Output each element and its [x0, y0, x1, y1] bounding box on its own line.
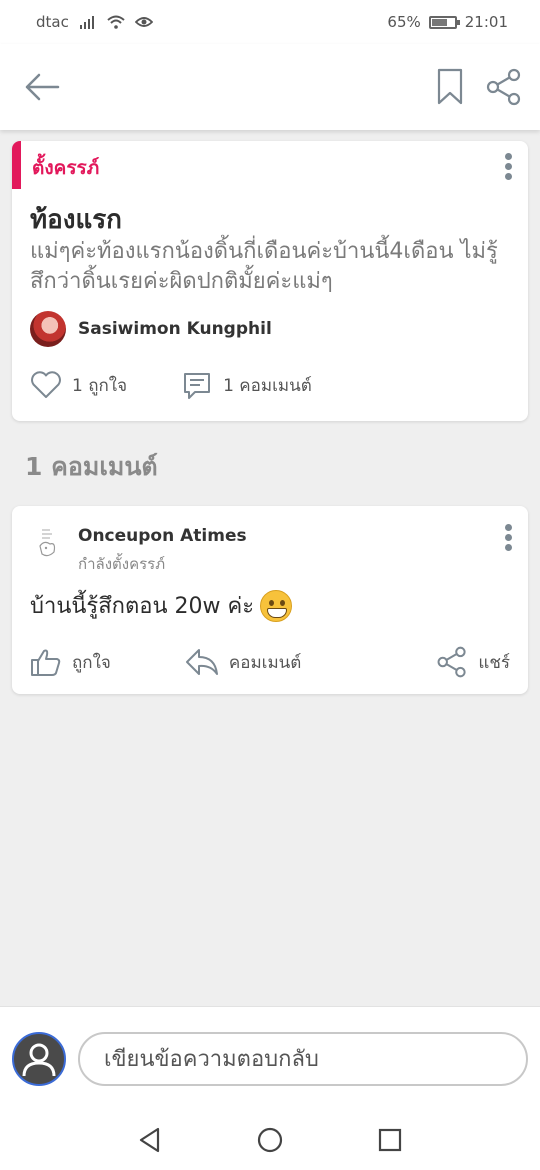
comment-card: Onceupon Atimes กำลังตั้งครรภ์ บ้านนี้รู…: [12, 506, 528, 694]
post-body: แม่ๆค่ะท้องแรกน้องดิ้นกี่เดือนค่ะบ้านนี้…: [30, 239, 498, 294]
share-label[interactable]: แชร์: [478, 649, 510, 676]
share-icon[interactable]: [485, 68, 523, 106]
comment-text: บ้านนี้รู้สึกตอน 20w ค่ะ: [30, 588, 293, 623]
wifi-icon: [107, 15, 125, 29]
reply-label[interactable]: คอมเมนต์: [229, 649, 301, 676]
post-author[interactable]: Sasiwimon Kungphil: [30, 311, 272, 347]
avatar[interactable]: [30, 526, 66, 562]
commenter-name[interactable]: Onceupon Atimes: [78, 526, 247, 546]
like-button[interactable]: ถูกใจ: [30, 647, 111, 677]
status-bar: dtac 65% 21:01: [0, 0, 540, 44]
share-button[interactable]: แชร์: [436, 646, 510, 678]
reply-button[interactable]: คอมเมนต์: [185, 646, 301, 678]
avatar[interactable]: [30, 311, 66, 347]
thumbs-up-icon[interactable]: [30, 647, 62, 677]
post-stats: 1 ถูกใจ 1 คอมเมนต์: [30, 369, 312, 401]
comment-actions: ถูกใจ คอมเมนต์ แชร์: [30, 646, 510, 678]
reply-input[interactable]: [78, 1032, 528, 1086]
comment-count: 1 คอมเมนต์: [223, 375, 312, 396]
category-tag[interactable]: ตั้งครรภ์: [32, 153, 99, 183]
nav-recents-icon[interactable]: [376, 1126, 404, 1154]
share-icon[interactable]: [436, 646, 468, 678]
carrier-label: dtac: [36, 13, 69, 31]
reply-bar: [0, 1006, 540, 1108]
user-avatar-icon[interactable]: [12, 1032, 66, 1086]
category-accent-bar: [12, 141, 21, 189]
post-title: ท้องแรก: [30, 205, 122, 235]
arrow-left-icon[interactable]: [22, 70, 62, 104]
heart-icon[interactable]: [30, 371, 62, 399]
comment-stat[interactable]: 1 คอมเมนต์: [181, 369, 312, 401]
signal-icon: [79, 16, 94, 29]
reply-icon[interactable]: [185, 646, 219, 678]
commenter-status: กำลังตั้งครรภ์: [78, 555, 166, 573]
system-nav-bar: [0, 1108, 540, 1170]
eye-icon: [134, 17, 153, 27]
comments-heading: 1 คอมเมนต์: [25, 452, 158, 481]
more-options-icon[interactable]: [502, 153, 514, 183]
person-icon: [22, 1043, 56, 1077]
grinning-face-icon: [260, 589, 293, 622]
like-label[interactable]: ถูกใจ: [72, 649, 111, 676]
battery-percent: 65%: [387, 13, 421, 31]
comment-body: บ้านนี้รู้สึกตอน 20w ค่ะ: [30, 594, 255, 619]
like-stat[interactable]: 1 ถูกใจ: [30, 371, 127, 399]
battery-icon: [428, 15, 460, 29]
post-card: ตั้งครรภ์ ท้องแรก แม่ๆค่ะท้องแรกน้องดิ้น…: [12, 141, 528, 421]
bookmark-icon[interactable]: [436, 68, 464, 106]
app-header: [0, 44, 540, 130]
nav-home-icon[interactable]: [256, 1126, 284, 1154]
like-count: 1 ถูกใจ: [72, 375, 128, 396]
comment-bubble-icon[interactable]: [181, 369, 213, 401]
author-name[interactable]: Sasiwimon Kungphil: [78, 319, 272, 339]
more-options-icon[interactable]: [502, 524, 514, 554]
nav-back-icon[interactable]: [136, 1126, 164, 1154]
clock: 21:01: [464, 13, 508, 31]
